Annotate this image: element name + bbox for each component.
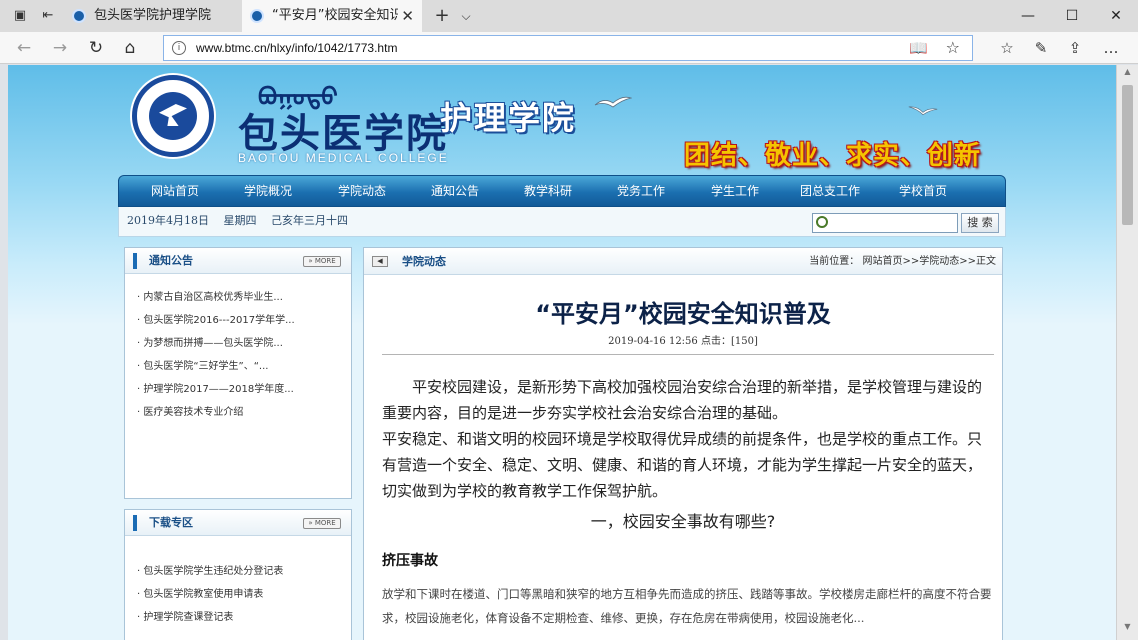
article-meta: 2019-04-16 12:56 点击：[150] (608, 336, 758, 347)
page-viewport: ᠪᠣᠭᠣᠲᠣ 包头医学院 BAOTOU MEDICAL COLLEGE 护理学院… (8, 65, 1116, 640)
list-item[interactable]: 护理学院2017——2018学年度... (137, 378, 345, 401)
nav-students[interactable]: 学生工作 (711, 176, 759, 206)
info-icon[interactable]: i (172, 41, 186, 55)
notice-more-button[interactable]: » MORE (303, 256, 341, 267)
notice-header: 通知公告 » MORE (125, 248, 351, 274)
seagull-icon (594, 96, 632, 108)
nav-party[interactable]: 党务工作 (617, 176, 665, 206)
nav-teaching[interactable]: 教学科研 (524, 176, 572, 206)
notice-panel: 通知公告 » MORE 内蒙古自治区高校优秀毕业生... 包头医学院2016--… (124, 247, 352, 499)
page-scrollbar[interactable]: ▲ ▼ (1116, 65, 1138, 640)
home-icon[interactable]: ⌂ (116, 32, 144, 64)
tab-title: “平安月”校园安全知识普 (272, 8, 398, 23)
search-icon (816, 216, 828, 228)
url-input[interactable]: i www.btmc.cn/hlxy/info/1042/1773.htm 📖 … (163, 35, 973, 61)
refresh-icon[interactable]: ↻ (82, 32, 110, 64)
download-title: 下载专区 (149, 516, 193, 529)
favorites-hub-icon[interactable]: ☆ (992, 32, 1022, 64)
nav-school-home[interactable]: 学校首页 (899, 176, 947, 206)
list-item[interactable]: 包头医学院教室使用申请表 (137, 583, 345, 606)
download-list: 包头医学院学生违纪处分登记表 包头医学院教室使用申请表 护理学院查课登记表 (137, 560, 345, 629)
close-window-icon[interactable]: ✕ (1094, 0, 1138, 32)
tab-title: 包头医学院护理学院 (94, 8, 212, 23)
favicon-icon (250, 9, 264, 23)
chevron-down-icon[interactable]: ⌵ (456, 0, 476, 32)
nav-about[interactable]: 学院概况 (244, 176, 292, 206)
set-aside-tabs-icon[interactable]: ⇤ (40, 8, 56, 24)
scroll-down-icon[interactable]: ▼ (1117, 622, 1138, 638)
scroll-thumb[interactable] (1122, 85, 1133, 225)
list-item[interactable]: 护理学院查课登记表 (137, 606, 345, 629)
close-tab-icon[interactable]: ✕ (401, 0, 414, 32)
header-bar (133, 515, 137, 531)
more-icon[interactable]: … (1096, 32, 1126, 64)
section-heading: 一，校园安全事故有哪些? (590, 512, 776, 531)
back-icon[interactable]: ← (10, 32, 38, 64)
nav-notice[interactable]: 通知公告 (431, 176, 479, 206)
share-icon[interactable]: ⇪ (1060, 32, 1090, 64)
reading-view-icon[interactable]: 📖 (909, 36, 928, 60)
article-section: 学院动态 (402, 255, 446, 268)
paragraph: 平安稳定、和谐文明的校园环境是学校取得优异成绩的前提条件，也是学校的重点工作。只… (382, 430, 983, 500)
nav-league[interactable]: 团总支工作 (800, 176, 860, 206)
list-item[interactable]: 包头医学院2016---2017学年学... (137, 309, 345, 332)
search-button[interactable]: 搜 索 (961, 213, 999, 233)
tab-aside-icon[interactable]: ▣ (12, 8, 28, 24)
article-panel: ◀ 学院动态 当前位置： 网站首页>>学院动态>>正文 “平安月”校园安全知识普… (363, 247, 1003, 640)
college-name-en: BAOTOU MEDICAL COLLEGE (238, 151, 449, 165)
nav-home[interactable]: 网站首页 (151, 176, 199, 206)
tab-bar: ▣ ⇤ 包头医学院护理学院 “平安月”校园安全知识普 ✕ + ⌵ — ☐ ✕ (0, 0, 1138, 32)
paragraph: 放学和下课时在楼道、门口等黑暗和狭窄的地方互相争先而造成的挤压、践踏等事故。学校… (382, 587, 992, 625)
tab-article[interactable]: “平安月”校园安全知识普 ✕ (242, 0, 422, 32)
new-tab-icon[interactable]: + (430, 0, 454, 32)
article-header: ◀ 学院动态 当前位置： 网站首页>>学院动态>>正文 (364, 248, 1002, 275)
header-bar (133, 253, 137, 269)
nav-news[interactable]: 学院动态 (338, 176, 386, 206)
tab-nursing-college[interactable]: 包头医学院护理学院 (64, 0, 242, 32)
notice-list: 内蒙古自治区高校优秀毕业生... 包头医学院2016---2017学年学... … (137, 286, 345, 424)
search-input[interactable] (812, 213, 958, 233)
download-header: 下载专区 » MORE (125, 510, 351, 536)
site-banner: ᠪᠣᠭᠣᠲᠣ 包头医学院 BAOTOU MEDICAL COLLEGE 护理学院… (118, 65, 1008, 175)
list-item[interactable]: 内蒙古自治区高校优秀毕业生... (137, 286, 345, 309)
breadcrumb: 当前位置： 网站首页>>学院动态>>正文 (809, 256, 996, 267)
favorite-star-icon[interactable]: ☆ (946, 36, 960, 60)
college-seal-icon (132, 75, 214, 157)
forward-icon[interactable]: → (46, 32, 74, 64)
download-more-button[interactable]: » MORE (303, 518, 341, 529)
date-text: 2019年4月18日 星期四 己亥年三月十四 (127, 214, 348, 227)
list-item[interactable]: 包头医学院学生违纪处分登记表 (137, 560, 345, 583)
main-nav: 网站首页 学院概况 学院动态 通知公告 教学科研 党务工作 学生工作 团总支工作… (118, 175, 1006, 207)
url-text: www.btmc.cn/hlxy/info/1042/1773.htm (196, 41, 398, 55)
article-body: 平安校园建设，是新形势下高校加强校园治安综合治理的新举措，是学校管理与建设的重要… (382, 374, 994, 504)
notice-title: 通知公告 (149, 254, 193, 267)
speaker-icon: ◀ (372, 256, 388, 267)
minimize-icon[interactable]: — (1006, 0, 1050, 32)
scroll-up-icon[interactable]: ▲ (1117, 67, 1138, 83)
department-title: 护理学院 (440, 99, 577, 137)
slogan: 团结、敬业、求实、创新 (684, 141, 982, 171)
favicon-icon (72, 9, 86, 23)
sub-heading: 挤压事故 (382, 553, 438, 569)
maximize-icon[interactable]: ☐ (1050, 0, 1094, 32)
download-panel: 下载专区 » MORE 包头医学院学生违纪处分登记表 包头医学院教室使用申请表 … (124, 509, 352, 640)
seagull-icon (908, 106, 938, 116)
address-bar: ← → ↻ ⌂ i www.btmc.cn/hlxy/info/1042/177… (0, 32, 1138, 64)
date-bar: 2019年4月18日 星期四 己亥年三月十四 搜 索 (118, 207, 1006, 237)
pen-icon[interactable]: ✎ (1026, 32, 1056, 64)
divider (382, 354, 994, 355)
paragraph: 平安校园建设，是新形势下高校加强校园治安综合治理的新举措，是学校管理与建设的重要… (382, 378, 983, 422)
list-item[interactable]: 医疗美容技术专业介绍 (137, 401, 345, 424)
article-title: “平安月”校园安全知识普及 (535, 300, 831, 328)
list-item[interactable]: 包头医学院“三好学生”、“... (137, 355, 345, 378)
list-item[interactable]: 为梦想而拼搏——包头医学院... (137, 332, 345, 355)
